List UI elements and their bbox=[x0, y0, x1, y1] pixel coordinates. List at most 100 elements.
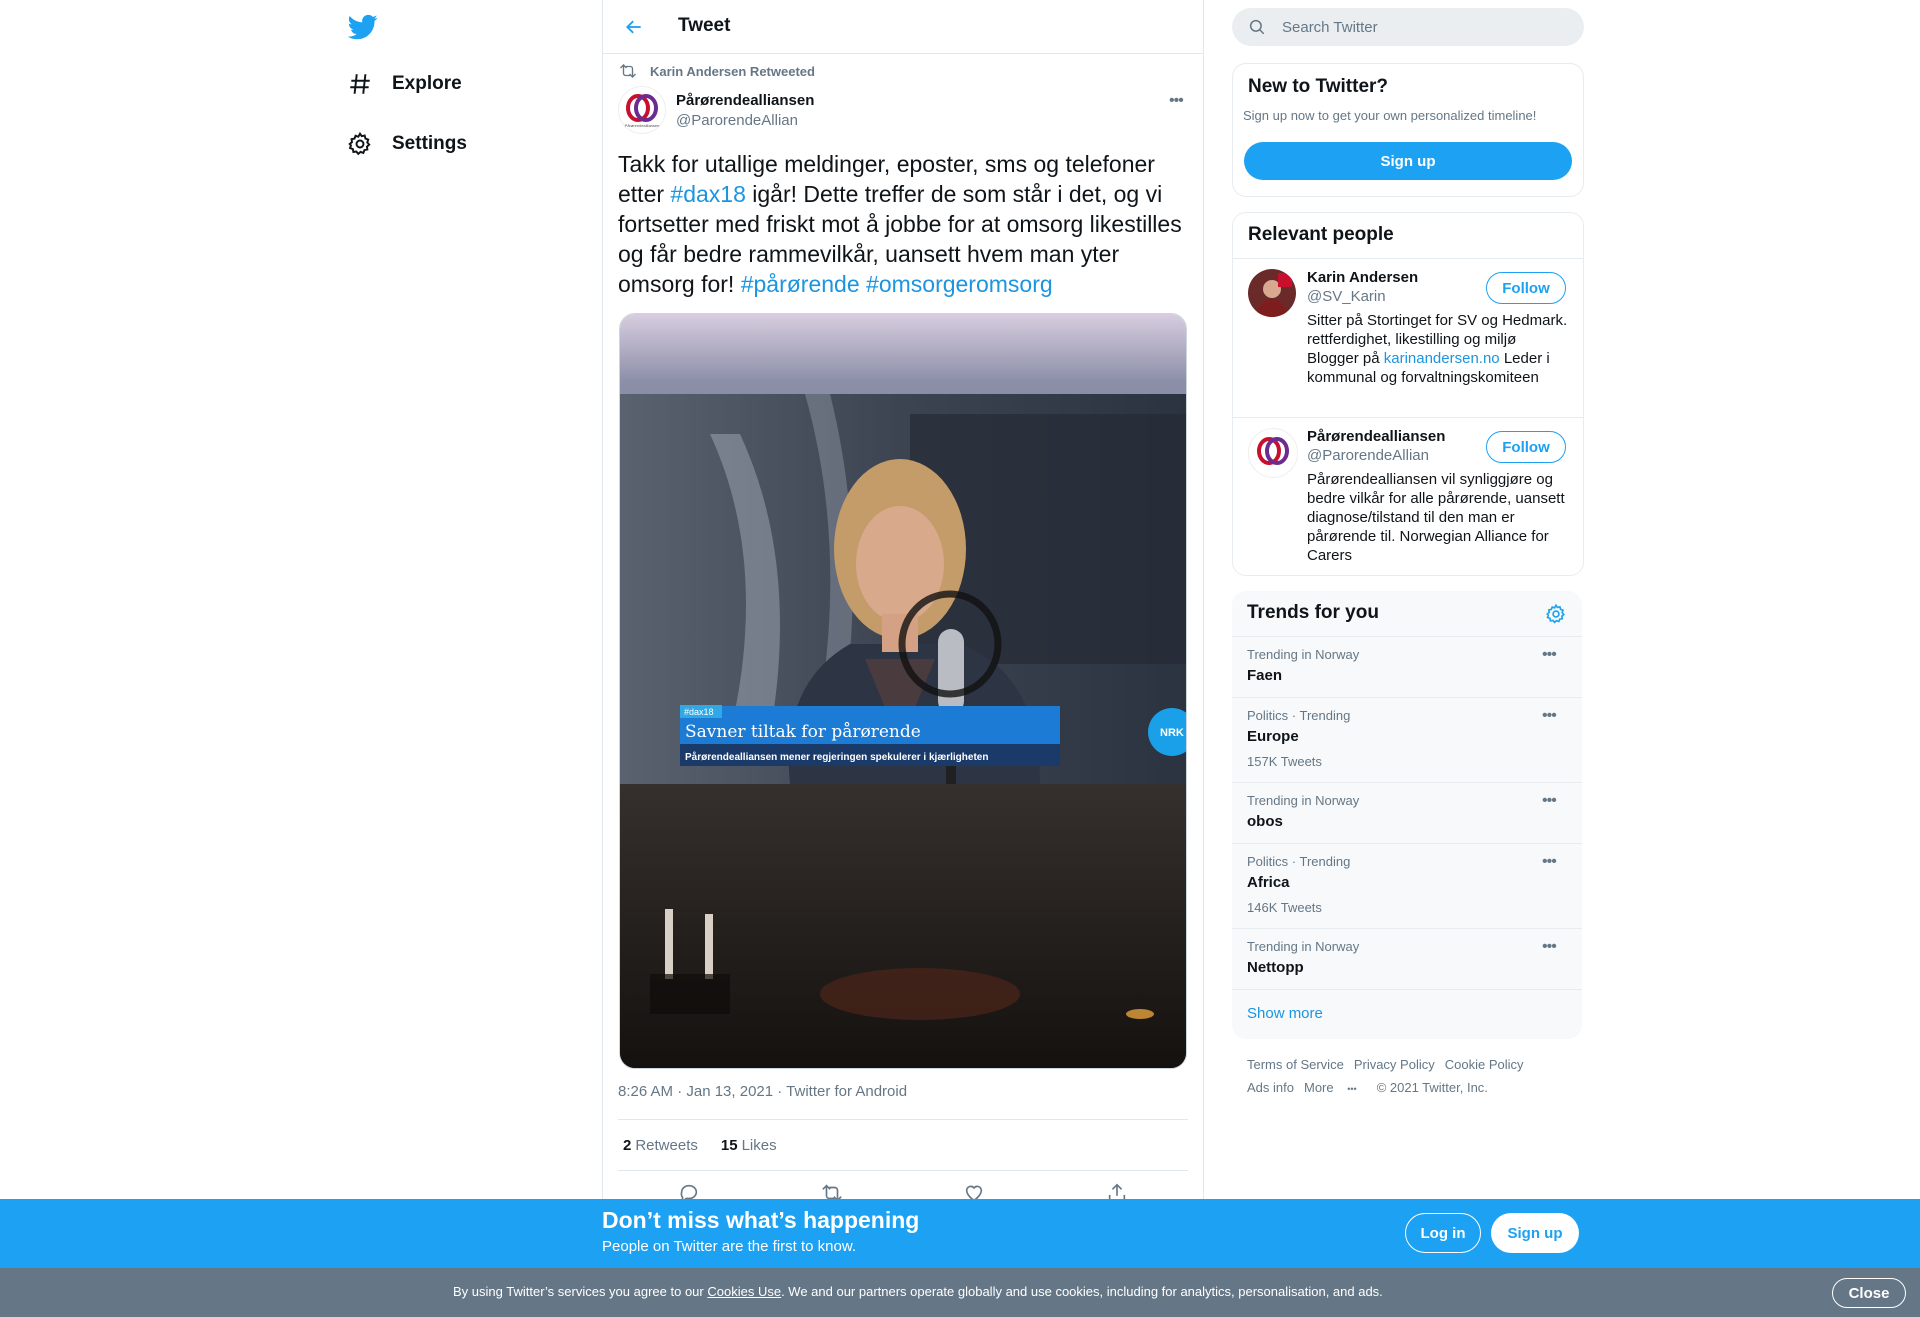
trend-context: Politics · Trending bbox=[1247, 708, 1351, 723]
back-button[interactable] bbox=[619, 12, 649, 42]
person-bio: Pårørendealliansen vil synliggjøre og be… bbox=[1307, 470, 1569, 565]
more-options-icon[interactable]: ••• bbox=[1169, 92, 1184, 110]
trend-context: Trending in Norway bbox=[1247, 647, 1360, 662]
log-in-button[interactable]: Log in bbox=[1405, 1213, 1481, 1253]
avatar[interactable] bbox=[1248, 269, 1296, 317]
cookies-use-link[interactable]: Cookies Use bbox=[707, 1284, 781, 1299]
copyright: © 2021 Twitter, Inc. bbox=[1376, 1080, 1488, 1095]
lower-third-title: Savner tiltak for pårørende bbox=[685, 722, 921, 742]
sign-up-button[interactable]: Sign up bbox=[1244, 142, 1572, 180]
trend-count: 146K Tweets bbox=[1247, 900, 1322, 915]
new-to-twitter-subtitle: Sign up now to get your own personalized… bbox=[1243, 108, 1537, 123]
trend-name: Europe bbox=[1247, 728, 1299, 745]
follow-button[interactable]: Follow bbox=[1486, 431, 1566, 463]
person-handle[interactable]: @ParorendeAllian bbox=[1307, 447, 1429, 464]
likes-stat[interactable]: 15 Likes bbox=[716, 1137, 777, 1154]
arrow-left-icon bbox=[626, 20, 641, 34]
retweeted-by-text: Karin Andersen Retweeted bbox=[650, 63, 815, 79]
footer-link[interactable]: Privacy Policy bbox=[1354, 1057, 1435, 1072]
person-parorendealliansen[interactable]: Pårørendealliansen @ParorendeAllian Foll… bbox=[1233, 417, 1583, 576]
footer-link[interactable]: Terms of Service bbox=[1247, 1057, 1344, 1072]
twitter-bird-icon[interactable] bbox=[347, 12, 378, 42]
footer-link-more[interactable]: More ••• bbox=[1304, 1080, 1367, 1095]
avatar[interactable] bbox=[1248, 428, 1298, 478]
relevant-people-card: Relevant people Karin Andersen @SV_Karin… bbox=[1232, 212, 1584, 576]
signup-promo-bar: Don’t miss what’s happening People on Tw… bbox=[0, 1199, 1920, 1268]
trend-item[interactable]: Trending in Norway Faen ••• bbox=[1232, 636, 1582, 698]
retweets-label: Retweets bbox=[635, 1136, 698, 1154]
hashtag-link[interactable]: #omsorgeromsorg bbox=[866, 271, 1053, 297]
gear-icon[interactable] bbox=[1545, 603, 1567, 625]
avatar[interactable]: Pårørendealliansen bbox=[618, 86, 666, 134]
tweet-timestamp[interactable]: 8:26 AM · Jan 13, 2021 · Twitter for And… bbox=[618, 1083, 907, 1100]
tweet-author[interactable]: Pårørendealliansen Pårørendealliansen @P… bbox=[618, 86, 814, 134]
trends-card: Trends for you Trending in Norway Faen •… bbox=[1232, 591, 1582, 1039]
hashtag-icon bbox=[344, 68, 376, 100]
trend-item[interactable]: Politics · Trending Africa 146K Tweets •… bbox=[1232, 843, 1582, 929]
person-karin-andersen[interactable]: Karin Andersen @SV_Karin Follow Sitter p… bbox=[1233, 258, 1583, 418]
more-options-icon[interactable]: ••• bbox=[1542, 853, 1557, 871]
hashtag-link[interactable]: #pårørende bbox=[741, 271, 860, 297]
nav-explore[interactable]: Explore bbox=[344, 64, 462, 104]
trends-title: Trends for you bbox=[1247, 602, 1379, 623]
person-name[interactable]: Pårørendealliansen bbox=[1307, 428, 1445, 445]
person-bio: Sitter på Stortinget for SV og Hedmark. … bbox=[1307, 311, 1569, 387]
trend-count: 157K Tweets bbox=[1247, 754, 1322, 769]
page-header: Tweet bbox=[603, 0, 1203, 54]
sign-up-button[interactable]: Sign up bbox=[1491, 1213, 1579, 1253]
retweets-count: 2 bbox=[623, 1136, 632, 1154]
person-handle[interactable]: @SV_Karin bbox=[1307, 288, 1386, 305]
new-to-twitter-title: New to Twitter? bbox=[1248, 76, 1389, 97]
trend-context: Trending in Norway bbox=[1247, 793, 1360, 808]
trend-name: obos bbox=[1247, 813, 1283, 830]
follow-button[interactable]: Follow bbox=[1486, 272, 1566, 304]
search-bar[interactable] bbox=[1232, 8, 1584, 46]
nav-explore-label: Explore bbox=[392, 73, 462, 94]
footer-links: Terms of Service Privacy Policy Cookie Pol… bbox=[1247, 1053, 1577, 1101]
trend-item[interactable]: Politics · Trending Europe 157K Tweets •… bbox=[1232, 697, 1582, 783]
more-options-icon[interactable]: ••• bbox=[1542, 938, 1557, 956]
footer-more-label: More bbox=[1303, 1080, 1334, 1095]
show-more-link[interactable]: Show more bbox=[1232, 989, 1582, 1040]
footer-link[interactable]: Cookie Policy bbox=[1445, 1057, 1524, 1072]
new-to-twitter-card: New to Twitter? Sign up now to get your … bbox=[1232, 63, 1584, 197]
trend-context: Trending in Norway bbox=[1247, 939, 1360, 954]
trend-name: Faen bbox=[1247, 667, 1283, 684]
promo-title: Don’t miss what’s happening bbox=[602, 1207, 920, 1233]
trend-name: Nettopp bbox=[1247, 959, 1304, 976]
retweet-icon bbox=[620, 64, 636, 78]
likes-label: Likes bbox=[741, 1136, 777, 1154]
cookie-text-part: By using Twitter’s services you agree to… bbox=[453, 1284, 708, 1299]
gear-icon bbox=[344, 128, 376, 160]
nav-settings[interactable]: Settings bbox=[344, 124, 467, 164]
likes-count: 15 bbox=[720, 1136, 738, 1154]
retweets-stat[interactable]: 2 Retweets bbox=[618, 1137, 698, 1154]
more-options-icon[interactable]: ••• bbox=[1542, 646, 1557, 664]
promo-subtitle: People on Twitter are the first to know. bbox=[602, 1238, 857, 1255]
more-options-icon[interactable]: ••• bbox=[1542, 707, 1557, 725]
author-name[interactable]: Pårørendealliansen bbox=[676, 92, 814, 109]
page-title: Tweet bbox=[678, 15, 731, 36]
search-input[interactable] bbox=[1280, 17, 1544, 37]
person-bio-text: Pårørendealliansen vil synliggjøre og be… bbox=[1307, 471, 1565, 564]
hashtag-link[interactable]: #dax18 bbox=[670, 181, 745, 207]
tweet-photo[interactable]: #dax18 Savner tiltak for pårørende Pårør… bbox=[619, 313, 1187, 1069]
more-dots-icon: ••• bbox=[1347, 1084, 1357, 1094]
person-name[interactable]: Karin Andersen bbox=[1307, 269, 1418, 286]
avatar-caption: Pårørendealliansen bbox=[624, 122, 660, 128]
show-more-label: Show more bbox=[1247, 1005, 1323, 1022]
cookie-text: By using Twitter’s services you agree to… bbox=[453, 1284, 1383, 1299]
lower-third-sub: Pårørendealliansen mener regjeringen spe… bbox=[685, 751, 988, 763]
relevant-people-title: Relevant people bbox=[1248, 224, 1394, 245]
more-options-icon[interactable]: ••• bbox=[1542, 792, 1557, 810]
main-column: Tweet Karin Andersen Retweeted Pårørende… bbox=[602, 0, 1204, 1317]
trend-item[interactable]: Trending in Norway Nettopp ••• bbox=[1232, 928, 1582, 990]
author-handle[interactable]: @ParorendeAllian bbox=[676, 112, 814, 129]
close-cookie-button[interactable]: Close bbox=[1832, 1278, 1906, 1308]
bio-link[interactable]: karinandersen.no bbox=[1384, 350, 1500, 367]
retweeted-by[interactable]: Karin Andersen Retweeted bbox=[618, 62, 815, 80]
trend-name: Africa bbox=[1247, 874, 1290, 891]
footer-link[interactable]: Ads info bbox=[1247, 1080, 1294, 1095]
channel-mark: NRK bbox=[1160, 727, 1184, 739]
trend-item[interactable]: Trending in Norway obos ••• bbox=[1232, 782, 1582, 844]
